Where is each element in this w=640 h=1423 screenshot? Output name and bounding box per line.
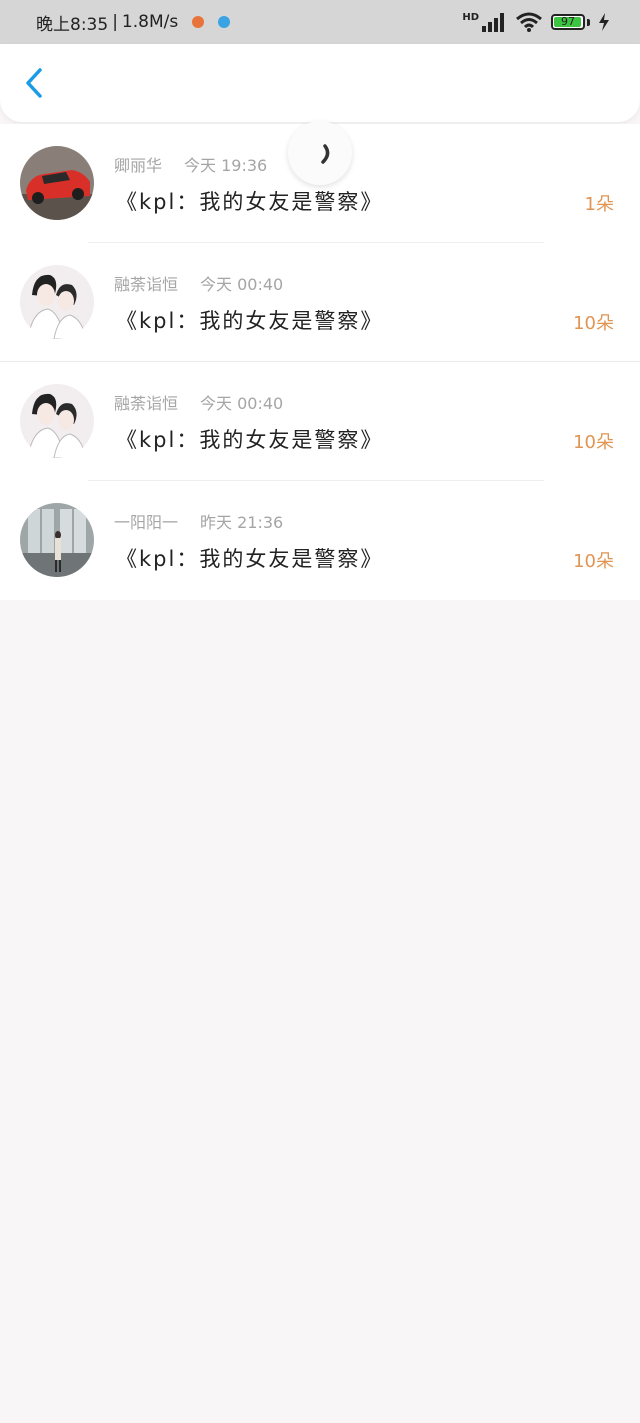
battery-level: 97 [561, 15, 575, 28]
loading-icon [321, 144, 330, 164]
book-title: 《kpl：我的女友是警察》 [116, 309, 384, 333]
book-title: 《kpl：我的女友是警察》 [116, 547, 384, 571]
status-time: 晚上8:35 [36, 14, 109, 35]
status-net-speed: 1.8M/s [121, 12, 179, 32]
sent-time: 今天 19:36 [184, 156, 268, 175]
wifi-icon [516, 12, 542, 32]
avatar[interactable] [20, 384, 94, 458]
battery-cap [587, 18, 590, 26]
hd-label: HD [462, 11, 479, 23]
sent-time: 今天 00:40 [200, 275, 284, 294]
gift-amount: 10朵 [573, 551, 614, 572]
book-title: 《kpl：我的女友是警察》 [116, 190, 384, 214]
gift-amount: 1朵 [584, 194, 614, 215]
app-notification-icon [192, 16, 205, 28]
list-item[interactable]: 融荼诣恒 今天 00:40 《kpl：我的女友是警察》 10朵 [0, 362, 640, 481]
sender-name: 一阳阳一 [114, 513, 179, 532]
gift-amount: 10朵 [573, 313, 614, 334]
sent-time: 昨天 21:36 [200, 513, 284, 532]
chevron-left-icon [26, 68, 42, 98]
sender-name: 融荼诣恒 [114, 394, 179, 413]
gift-list: 卿丽华 今天 19:36 《kpl：我的女友是警察》 1朵 融荼诣恒 今天 00:4… [0, 124, 640, 600]
avatar[interactable] [20, 503, 94, 577]
battery-icon: 97 [551, 14, 585, 30]
back-button[interactable] [18, 66, 52, 100]
gift-amount: 10朵 [573, 432, 614, 453]
sender-meta: 一阳阳一 昨天 21:36 [114, 509, 283, 533]
status-left: 晚上8:35 | 1.8M/s [36, 10, 231, 35]
signal-icon [482, 13, 504, 32]
header-bar [0, 44, 640, 122]
status-bar: 晚上8:35 | 1.8M/s HD 97 [0, 0, 640, 44]
list-item[interactable]: 融荼诣恒 今天 00:40 《kpl：我的女友是警察》 10朵 [0, 243, 640, 362]
app-notification-icon [218, 16, 231, 28]
sender-name: 融荼诣恒 [114, 275, 179, 294]
avatar[interactable] [20, 265, 94, 339]
sent-time: 今天 00:40 [200, 394, 284, 413]
loading-spinner [288, 121, 352, 185]
charging-icon [599, 13, 609, 31]
sender-meta: 卿丽华 今天 19:36 [114, 152, 267, 176]
sender-name: 卿丽华 [114, 156, 163, 175]
status-right: HD 97 [462, 12, 610, 32]
book-title: 《kpl：我的女友是警察》 [116, 428, 384, 452]
sender-meta: 融荼诣恒 今天 00:40 [114, 271, 283, 295]
list-item[interactable]: 一阳阳一 昨天 21:36 《kpl：我的女友是警察》 10朵 [0, 481, 640, 600]
sender-meta: 融荼诣恒 今天 00:40 [114, 390, 283, 414]
avatar[interactable] [20, 146, 94, 220]
status-separator: | [112, 12, 118, 32]
